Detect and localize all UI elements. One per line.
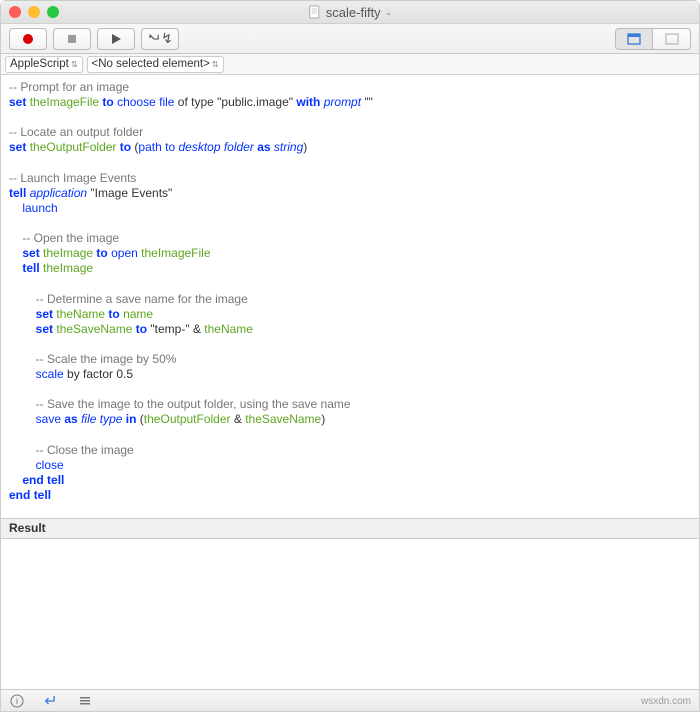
window-title[interactable]: scale-fifty ⌄ (308, 5, 392, 20)
result-label: Result (9, 521, 46, 535)
view-segmented (615, 28, 691, 50)
bundle-view-toggle[interactable] (653, 28, 691, 50)
log-toggle[interactable] (77, 693, 93, 709)
document-icon (308, 5, 322, 19)
record-button[interactable] (9, 28, 47, 50)
run-button[interactable] (97, 28, 135, 50)
path-label: <No selected element> (92, 58, 210, 70)
result-pane[interactable] (1, 539, 699, 689)
navigation-bar: AppleScript ⇅ <No selected element> ⇅ (1, 54, 699, 75)
watermark: wsxdn.com (641, 696, 691, 707)
result-toggle[interactable]: ↵ (43, 693, 59, 709)
language-label: AppleScript (10, 58, 69, 70)
toolbar: ↯ (1, 24, 699, 54)
statusbar: i ↵ wsxdn.com (1, 689, 699, 711)
minimize-icon[interactable] (28, 6, 40, 18)
document-title: scale-fifty (326, 5, 381, 20)
source-view-toggle[interactable] (615, 28, 653, 50)
chevron-down-icon: ⌄ (385, 7, 393, 18)
titlebar[interactable]: scale-fifty ⌄ (1, 1, 699, 24)
compile-button[interactable]: ↯ (141, 28, 179, 50)
language-picker[interactable]: AppleScript ⇅ (5, 56, 83, 73)
path-picker[interactable]: <No selected element> ⇅ (87, 56, 224, 73)
zoom-icon[interactable] (47, 6, 59, 18)
code-editor[interactable]: -- Prompt for an imageset theImageFile t… (1, 75, 699, 519)
chevron-updown-icon: ⇅ (212, 60, 219, 69)
result-header[interactable]: Result (1, 519, 699, 539)
chevron-updown-icon: ⇅ (71, 60, 78, 69)
traffic-lights (9, 6, 59, 18)
svg-text:i: i (16, 696, 18, 706)
stop-button[interactable] (53, 28, 91, 50)
close-icon[interactable] (9, 6, 21, 18)
script-editor-window: scale-fifty ⌄ ↯ AppleScript ⇅ <No select… (0, 0, 700, 712)
description-toggle[interactable]: i (9, 693, 25, 709)
